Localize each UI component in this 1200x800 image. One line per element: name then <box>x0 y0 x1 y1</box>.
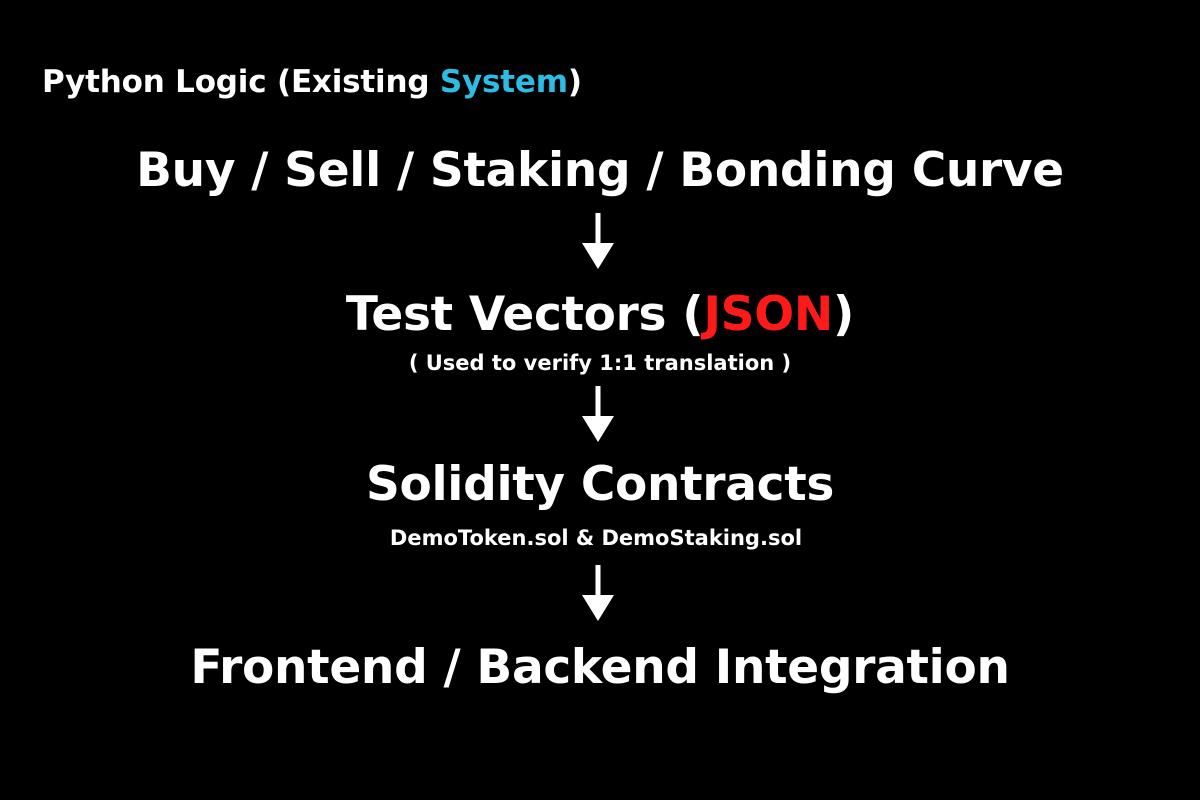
step-test-vectors: Test Vectors (JSON) <box>0 285 1200 345</box>
heading-suffix: ) <box>567 64 582 100</box>
step-test-vectors-highlight: JSON <box>703 287 833 342</box>
heading-highlight: System <box>439 64 568 100</box>
arrow-down-icon <box>582 386 614 442</box>
step-solidity-contracts: Solidity Contracts <box>365 457 835 512</box>
arrow-down-icon <box>582 565 614 621</box>
step-buy-sell-staking: Buy / Sell / Staking / Bonding Curve <box>136 143 1064 198</box>
diagram-heading: Python Logic (Existing System) <box>42 60 582 104</box>
heading-prefix: Python Logic (Existing <box>42 64 440 100</box>
arrow-down-icon <box>582 213 614 269</box>
step-frontend-backend-integration: Frontend / Backend Integration <box>190 640 1010 695</box>
step-test-vectors-note: ( Used to verify 1:1 translation ) <box>408 351 792 375</box>
step-test-vectors-suffix: ) <box>832 287 855 342</box>
step-test-vectors-prefix: Test Vectors ( <box>345 287 704 342</box>
step-solidity-contracts-note: DemoToken.sol & DemoStaking.sol <box>389 526 803 550</box>
